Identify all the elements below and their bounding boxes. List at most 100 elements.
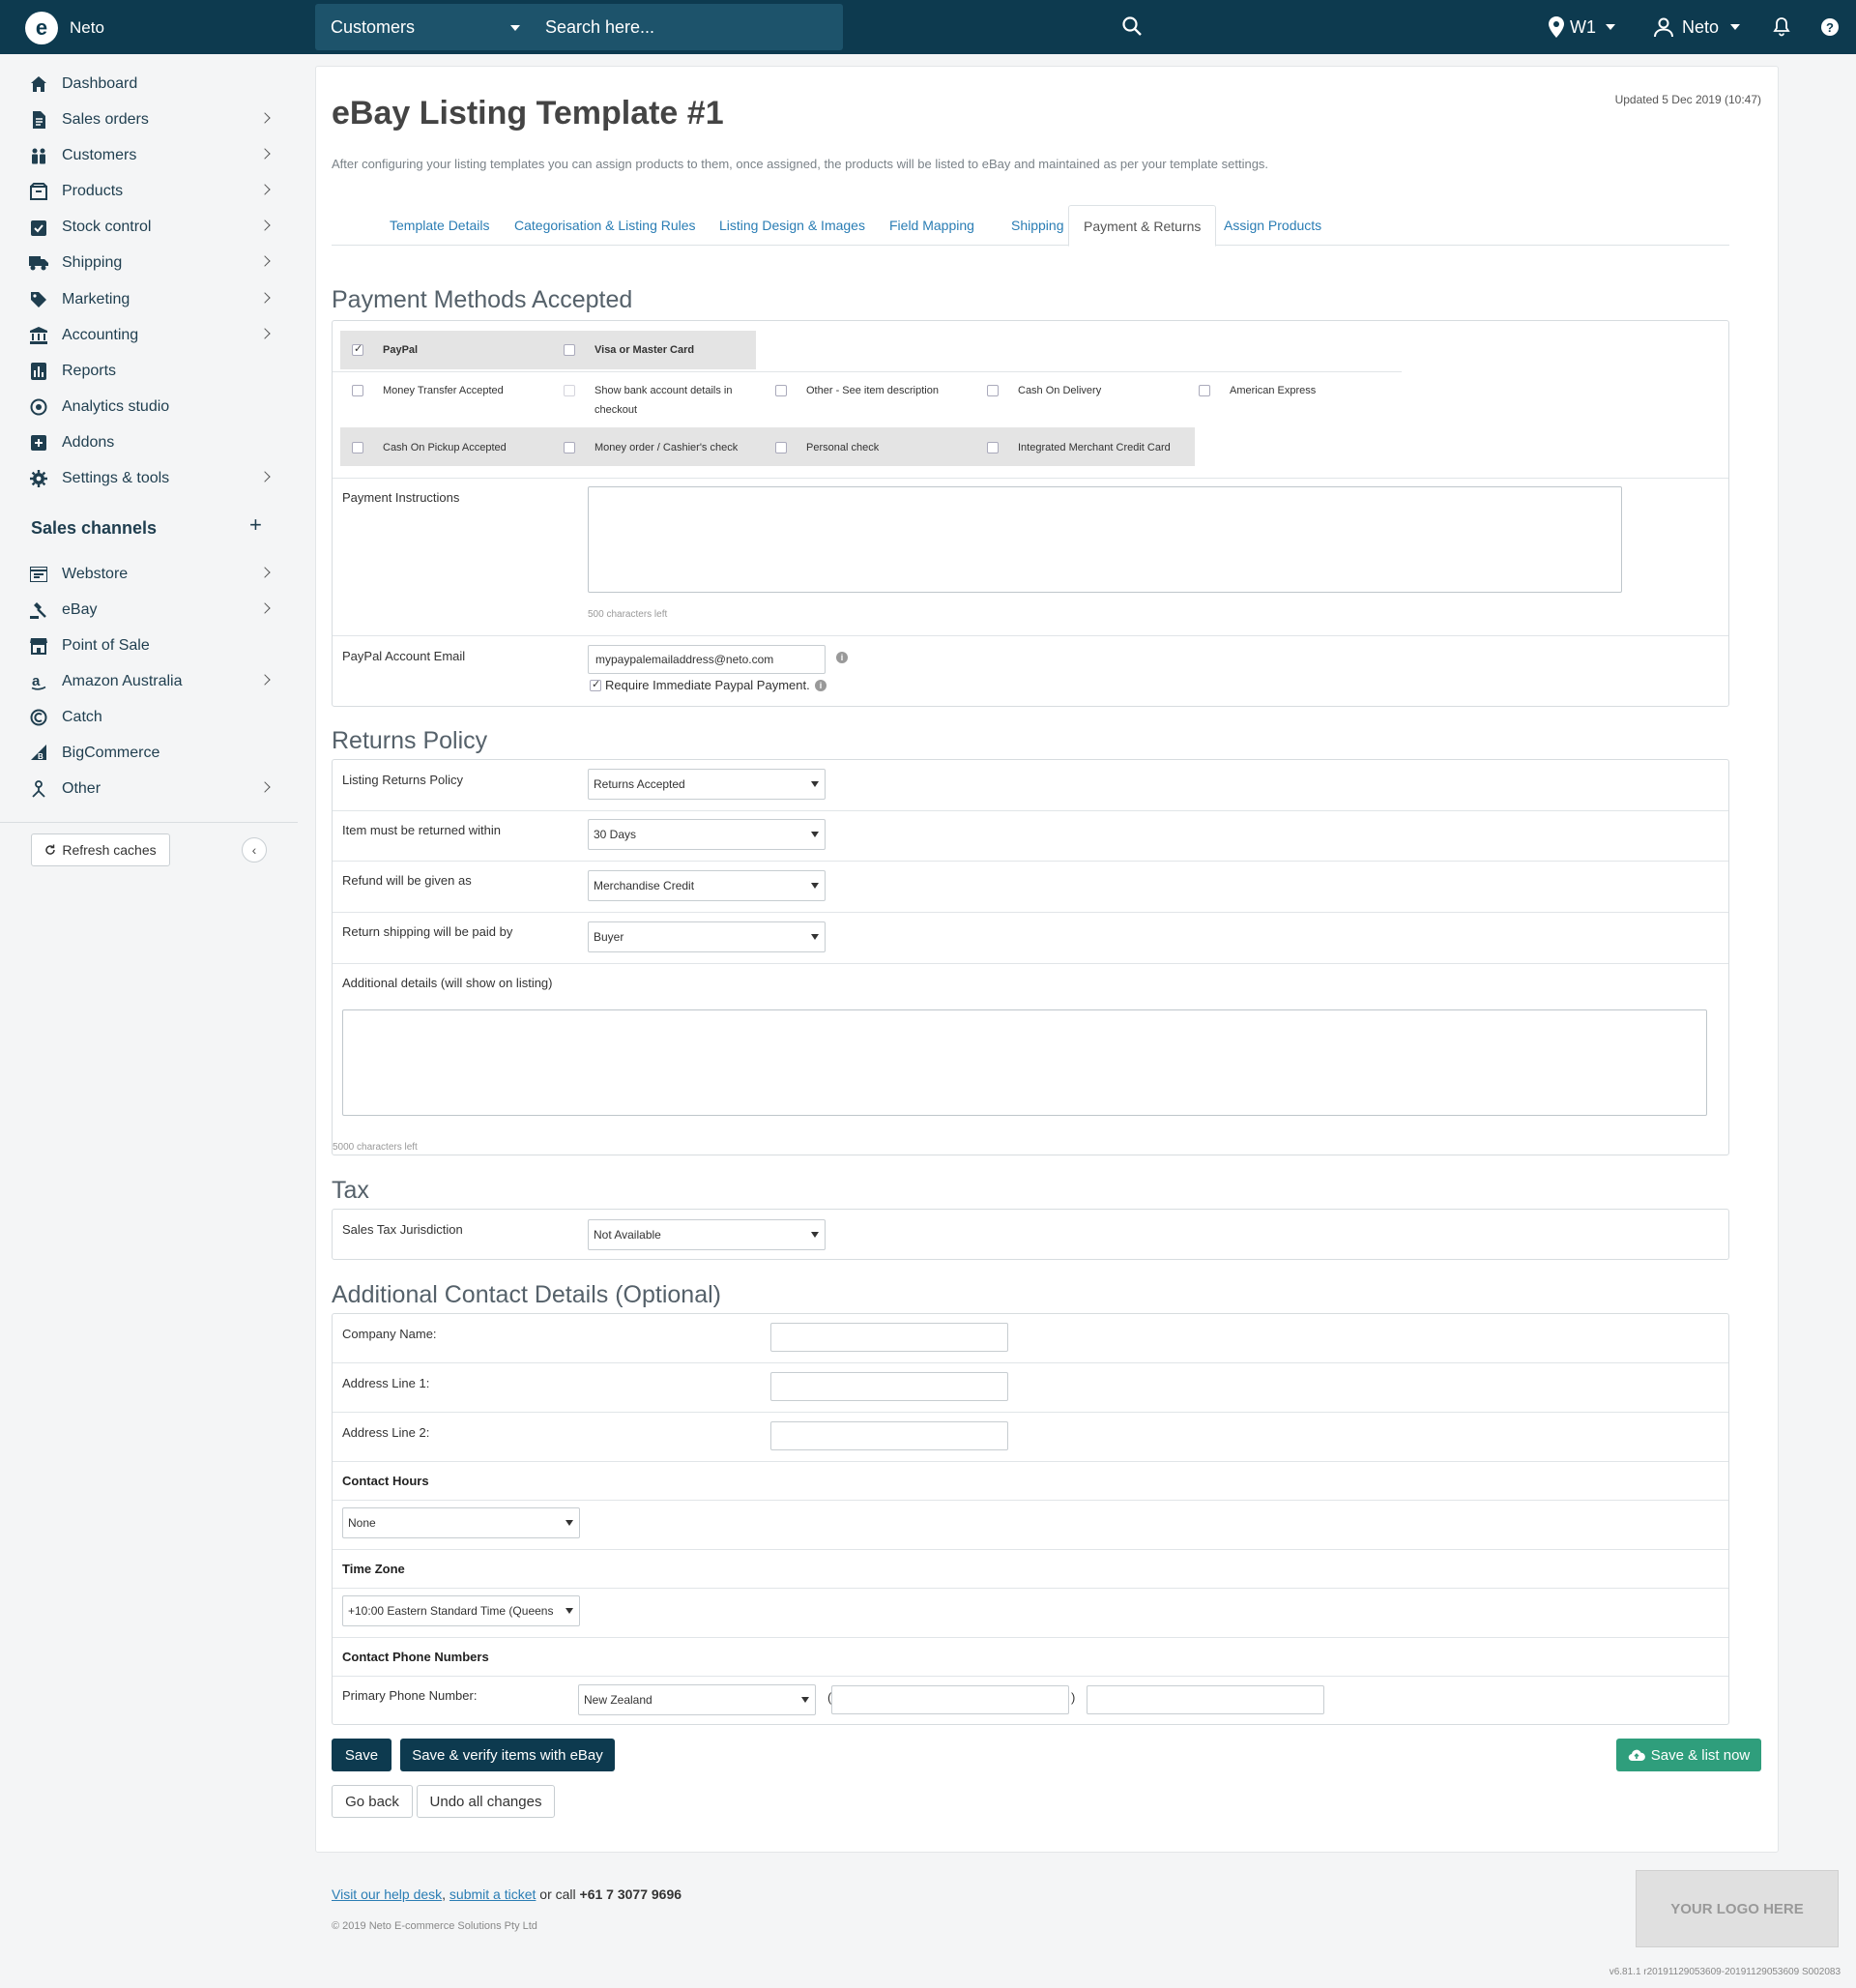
user-menu[interactable]: Neto	[1653, 0, 1741, 54]
sales-tax-select[interactable]: Not Available	[588, 1219, 826, 1250]
box-icon	[29, 182, 48, 201]
sidebar-item-point-of-sale[interactable]: Point of Sale	[29, 631, 269, 660]
refresh-caches-button[interactable]: Refresh caches	[31, 833, 170, 866]
sidebar-item-label: Point of Sale	[62, 637, 150, 654]
money-transfer-checkbox[interactable]	[352, 385, 363, 396]
sidebar-item-settings-tools[interactable]: Settings & tools	[29, 464, 271, 493]
tab-template-details[interactable]: Template Details	[375, 205, 505, 246]
neto-logo-icon: e	[25, 12, 58, 44]
paren-close: )	[1071, 1690, 1076, 1705]
sidebar-item-analytics-studio[interactable]: Analytics studio	[29, 393, 269, 422]
tab-field-mapping[interactable]: Field Mapping	[875, 205, 989, 246]
paypal-checkbox[interactable]	[352, 342, 363, 356]
save-verify-button[interactable]: Save & verify items with eBay	[400, 1739, 615, 1771]
save-button[interactable]: Save	[332, 1739, 392, 1771]
chevron-left-icon: ‹	[251, 842, 257, 858]
undo-changes-button[interactable]: Undo all changes	[417, 1785, 555, 1818]
notifications-button[interactable]	[1773, 0, 1790, 54]
area-code-input[interactable]	[831, 1685, 1069, 1714]
help-button[interactable]: ?	[1821, 0, 1839, 54]
sidebar-item-shipping[interactable]: Shipping	[29, 248, 271, 278]
return-shipping-payer-select[interactable]: Buyer	[588, 921, 826, 952]
cash-on-delivery-checkbox[interactable]	[987, 385, 999, 396]
tab-payment-returns[interactable]: Payment & Returns	[1068, 205, 1217, 247]
bigcommerce-icon: B	[29, 744, 48, 763]
brand-logo[interactable]: e Neto	[25, 12, 104, 44]
personal-check-checkbox[interactable]	[775, 442, 787, 453]
search-icon[interactable]	[1121, 15, 1143, 37]
return-within-select[interactable]: 30 Days	[588, 819, 826, 850]
sidebar-item-marketing[interactable]: Marketing	[29, 285, 271, 314]
caret-down-icon	[801, 1697, 809, 1703]
address-line-1-label: Address Line 1:	[342, 1376, 430, 1390]
sidebar-item-other[interactable]: Other	[29, 775, 271, 804]
payment-method-label: Show bank account details in checkout	[594, 385, 733, 416]
chevron-right-icon	[259, 292, 271, 304]
additional-details-textarea[interactable]	[342, 1009, 1707, 1116]
sidebar-item-bigcommerce[interactable]: B BigCommerce	[29, 739, 269, 768]
company-name-input[interactable]	[770, 1323, 1008, 1352]
address-line-1-input[interactable]	[770, 1372, 1008, 1401]
caret-down-icon	[566, 1520, 573, 1526]
info-icon[interactable]: i	[836, 652, 848, 663]
sidebar-item-products[interactable]: Products	[29, 177, 271, 206]
sidebar-item-reports[interactable]: Reports	[29, 357, 269, 386]
help-desk-link[interactable]: Visit our help desk	[332, 1886, 442, 1902]
tab-shipping[interactable]: Shipping	[997, 205, 1079, 246]
people-icon	[29, 146, 48, 165]
search-scope-dropdown[interactable]: Customers	[315, 4, 532, 50]
info-icon[interactable]: i	[815, 680, 826, 691]
submit-ticket-link[interactable]: submit a ticket	[450, 1886, 536, 1902]
time-zone-select[interactable]: +10:00 Eastern Standard Time (Queens	[342, 1595, 580, 1626]
american-express-checkbox[interactable]	[1199, 385, 1210, 396]
char-counter: 500 characters left	[588, 609, 668, 620]
payment-instructions-label: Payment Instructions	[342, 490, 460, 505]
tab-assign-products[interactable]: Assign Products	[1209, 205, 1336, 246]
sidebar-item-dashboard[interactable]: Dashboard	[29, 70, 269, 99]
visa-mastercard-checkbox[interactable]	[564, 344, 575, 356]
payment-instructions-textarea[interactable]	[588, 486, 1622, 593]
show-bank-details-checkbox[interactable]	[564, 385, 575, 396]
cash-on-pickup-checkbox[interactable]	[352, 442, 363, 453]
updated-timestamp: Updated 5 Dec 2019 (10:47)	[1614, 93, 1761, 106]
chevron-right-icon	[259, 567, 271, 578]
truck-icon	[29, 253, 48, 273]
payment-method-label: Cash On Delivery	[1018, 385, 1102, 396]
go-back-button[interactable]: Go back	[332, 1785, 413, 1818]
sidebar-item-amazon-australia[interactable]: a Amazon Australia	[29, 667, 271, 696]
sidebar-item-addons[interactable]: Addons	[29, 428, 269, 457]
tab-categorisation[interactable]: Categorisation & Listing Rules	[500, 205, 710, 246]
sidebar-item-label: Reports	[62, 363, 117, 379]
other-method-checkbox[interactable]	[775, 385, 787, 396]
brand-name: Neto	[70, 18, 104, 37]
paypal-email-input[interactable]: mypaypalemailaddress@neto.com	[588, 645, 826, 674]
integrated-merchant-checkbox[interactable]	[987, 442, 999, 453]
returns-policy-select[interactable]: Returns Accepted	[588, 769, 826, 800]
logo-placeholder: YOUR LOGO HERE	[1636, 1870, 1839, 1947]
contact-hours-select[interactable]: None	[342, 1507, 580, 1538]
money-order-checkbox[interactable]	[564, 442, 575, 453]
tax-panel: Sales Tax Jurisdiction Not Available	[332, 1209, 1729, 1260]
sidebar-item-webstore[interactable]: Webstore	[29, 560, 271, 589]
sidebar-item-sales-orders[interactable]: Sales orders	[29, 105, 271, 134]
sidebar-item-ebay[interactable]: eBay	[29, 596, 271, 625]
address-line-2-input[interactable]	[770, 1421, 1008, 1450]
collapse-sidebar-button[interactable]: ‹	[242, 837, 267, 862]
gear-icon	[29, 469, 48, 488]
sidebar-item-stock-control[interactable]: Stock control	[29, 213, 271, 242]
sidebar-item-customers[interactable]: Customers	[29, 141, 271, 170]
select-value: 30 Days	[594, 828, 637, 841]
tab-listing-design[interactable]: Listing Design & Images	[705, 205, 880, 246]
phone-country-select[interactable]: New Zealand	[578, 1684, 816, 1715]
add-channel-icon[interactable]: +	[249, 512, 262, 538]
save-list-now-button[interactable]: Save & list now	[1616, 1739, 1761, 1771]
refund-type-select[interactable]: Merchandise Credit	[588, 870, 826, 901]
contact-panel: Company Name: Address Line 1: Address Li…	[332, 1313, 1729, 1725]
location-selector[interactable]: W1	[1549, 0, 1615, 54]
search-input[interactable]	[545, 12, 797, 43]
phone-number-input[interactable]	[1087, 1685, 1324, 1714]
require-immediate-checkbox[interactable]	[590, 678, 601, 691]
caret-down-icon	[1606, 24, 1615, 30]
sidebar-item-accounting[interactable]: Accounting	[29, 321, 271, 350]
sidebar-item-catch[interactable]: Catch	[29, 703, 269, 732]
